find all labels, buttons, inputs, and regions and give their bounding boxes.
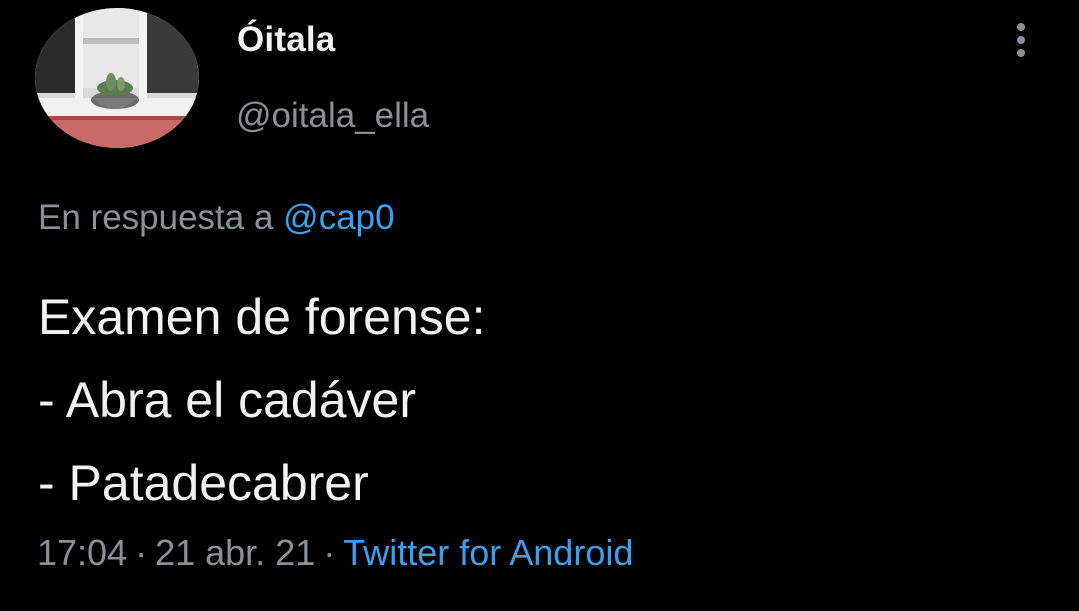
- avatar-image: [35, 8, 199, 148]
- author-handle[interactable]: @oitala_ella: [236, 96, 429, 136]
- author-avatar[interactable]: [35, 8, 199, 148]
- meta-separator: ·: [323, 532, 336, 573]
- more-vertical-icon: [1017, 23, 1025, 57]
- reply-prefix: En respuesta a: [38, 198, 274, 237]
- reply-context: En respuesta a @cap0: [38, 198, 395, 238]
- author-display-name[interactable]: Óitala: [237, 20, 335, 60]
- reply-mention-link[interactable]: @cap0: [283, 198, 394, 237]
- more-options-button[interactable]: [1004, 18, 1038, 62]
- tweet-line: - Abra el cadáver: [38, 372, 416, 428]
- tweet-detail: Óitala @oitala_ella En respuesta a @cap0…: [0, 0, 1079, 611]
- meta-separator: ·: [135, 532, 148, 573]
- tweet-line: Examen de forense:: [38, 289, 486, 345]
- tweet-source-link[interactable]: Twitter for Android: [343, 532, 633, 573]
- tweet-date[interactable]: 21 abr. 21: [155, 532, 315, 573]
- tweet-body: Examen de forense: - Abra el cadáver - P…: [38, 276, 486, 525]
- tweet-line: - Patadecabrer: [38, 455, 369, 511]
- tweet-time[interactable]: 17:04: [37, 532, 127, 573]
- tweet-metadata: 17:04 · 21 abr. 21 · Twitter for Android: [37, 532, 633, 574]
